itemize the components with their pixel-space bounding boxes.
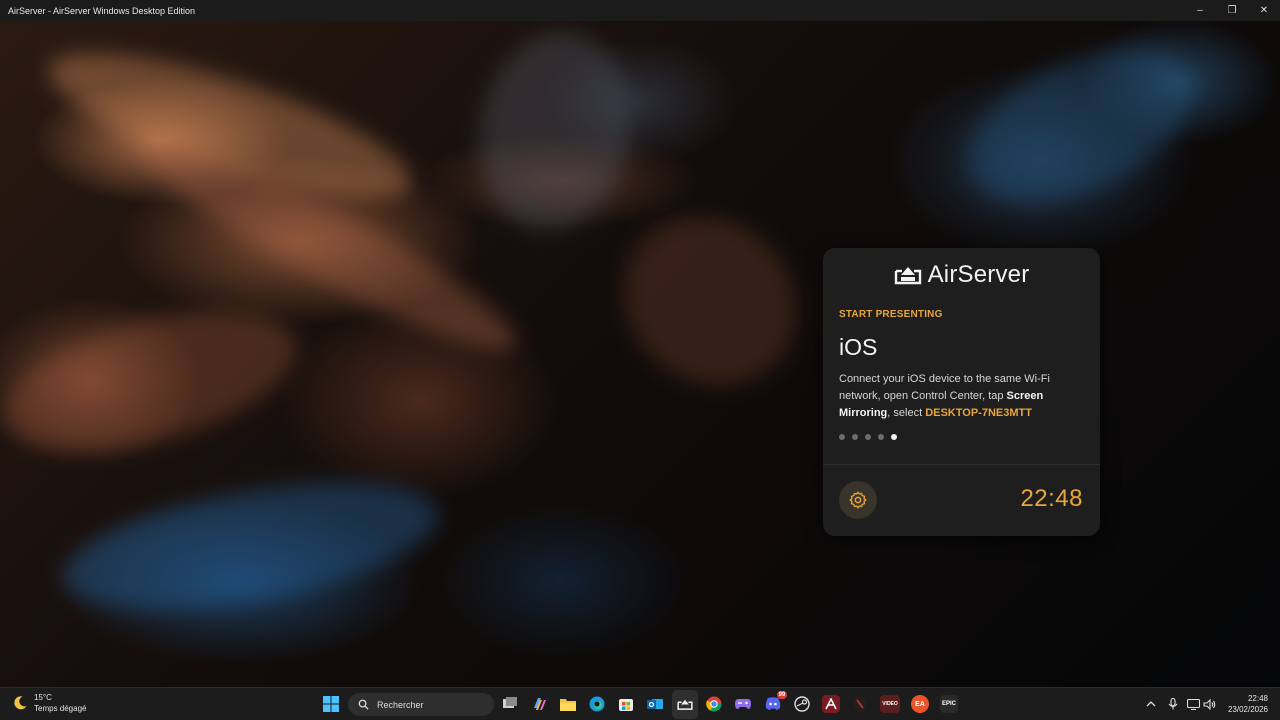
wallpaper-swirl — [53, 458, 447, 634]
mask-app-icon[interactable] — [851, 695, 869, 713]
search-icon — [358, 699, 369, 710]
weather-widget[interactable]: 15°C Temps dégagé — [12, 692, 86, 714]
platform-title: iOS — [839, 334, 878, 360]
start-button[interactable] — [322, 695, 340, 713]
taskbar-time: 22:48 — [1247, 694, 1268, 703]
pager-dots — [839, 434, 897, 440]
ea-app-icon[interactable]: EA — [911, 695, 929, 713]
epic-games-icon[interactable]: EPIC — [940, 695, 958, 713]
edge-icon[interactable] — [588, 695, 606, 713]
device-name: DESKTOP-7NE3MTT — [925, 407, 1032, 419]
search-input[interactable] — [377, 699, 477, 710]
steam-icon[interactable] — [793, 695, 811, 713]
pager-dot[interactable] — [878, 434, 884, 440]
pager-dot[interactable] — [891, 434, 897, 440]
chevron-up-icon[interactable] — [1144, 697, 1158, 711]
system-tray — [1144, 697, 1158, 711]
settings-button[interactable] — [839, 481, 877, 519]
gear-icon — [849, 491, 867, 509]
game-controller-icon[interactable] — [734, 695, 752, 713]
moon-icon — [14, 696, 27, 710]
minimize-button[interactable]: – — [1184, 0, 1216, 21]
discord-icon[interactable]: 99 — [764, 691, 787, 713]
airserver-taskbar-icon[interactable] — [676, 695, 694, 713]
airplay-logo-icon — [894, 267, 921, 285]
card-divider — [823, 464, 1100, 465]
copilot-icon[interactable] — [530, 695, 548, 713]
video-app-icon[interactable]: VIDEO — [880, 695, 900, 713]
airserver-card: AirServer START PRESENTING iOS Connect y… — [823, 248, 1100, 536]
microphone-icon[interactable] — [1166, 697, 1180, 711]
section-label: START PRESENTING — [839, 309, 943, 320]
pager-dot[interactable] — [839, 434, 845, 440]
window-controls: – ❐ ✕ — [1184, 0, 1280, 21]
wallpaper-swirl — [0, 284, 311, 478]
window-title: AirServer - AirServer Windows Desktop Ed… — [8, 5, 196, 16]
airserver-logo: AirServer — [823, 260, 1100, 290]
microsoft-store-icon[interactable] — [617, 695, 635, 713]
taskbar-date: 23/02/2026 — [1227, 705, 1268, 714]
pager-dot[interactable] — [852, 434, 858, 440]
card-clock: 22:48 — [1020, 485, 1083, 512]
taskbar: 15°C Temps dégagé Rechercher 99 VIDEO EA… — [0, 687, 1280, 720]
logo-text: AirServer — [927, 261, 1030, 288]
taskbar-search[interactable] — [348, 693, 494, 716]
instructions-text: Connect your iOS device to the same Wi-F… — [839, 371, 1087, 422]
windows-logo-icon — [323, 696, 339, 712]
tray-icons — [1166, 697, 1216, 711]
maximize-button[interactable]: ❐ — [1216, 0, 1248, 21]
instructions-part2: , select — [887, 407, 926, 419]
file-explorer-icon[interactable] — [559, 695, 577, 713]
wallpaper-swirl — [589, 181, 831, 421]
network-icon[interactable] — [1186, 697, 1200, 711]
window-titlebar: AirServer - AirServer Windows Desktop Ed… — [0, 0, 1280, 21]
close-button[interactable]: ✕ — [1248, 0, 1280, 21]
outlook-icon[interactable] — [646, 695, 664, 713]
wallpaper-swirl — [463, 21, 647, 243]
weather-temperature: 15°C — [34, 693, 52, 702]
discord-notification-badge: 99 — [777, 691, 787, 699]
wallpaper-swirl — [943, 21, 1217, 236]
chrome-icon[interactable] — [705, 695, 723, 713]
weather-text: 15°C Temps dégagé — [34, 692, 86, 714]
volume-icon[interactable] — [1202, 697, 1216, 711]
taskbar-clock[interactable]: 22:48 23/02/2026 — [1228, 693, 1268, 715]
pager-dot[interactable] — [865, 434, 871, 440]
task-view-icon[interactable] — [501, 695, 519, 713]
weather-condition: Temps dégagé — [34, 704, 87, 713]
affinity-icon[interactable] — [822, 695, 840, 713]
